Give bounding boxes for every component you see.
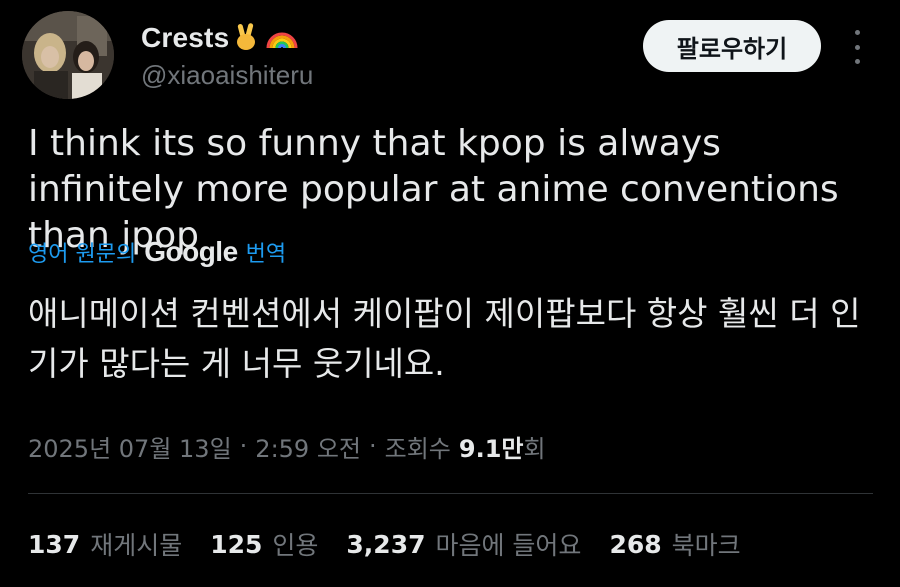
translated-text: 애니메이션 컨벤션에서 케이팝이 제이팝보다 항상 훨씬 더 인기가 많다는 게… — [28, 294, 861, 383]
more-dots-icon[interactable] — [846, 30, 868, 64]
stat-label: 북마크 — [671, 531, 741, 560]
tweet-time[interactable]: 2:59 오전 — [255, 429, 361, 464]
engagement-stats: 137 재게시물 125 인용 3,237 마음에 들어요 268 북마크 — [28, 526, 769, 562]
stat-count: 125 — [210, 529, 263, 559]
avatar[interactable] — [22, 11, 114, 99]
tweet-meta: 2025년 07월 13일 · 2:59 오전 · 조회수 9.1만 회 — [28, 428, 546, 464]
stat-quotes[interactable]: 125 인용 — [210, 526, 318, 562]
stat-bookmarks[interactable]: 268 북마크 — [609, 526, 740, 562]
avatar-photo — [22, 11, 114, 99]
display-name[interactable]: Crests — [141, 22, 229, 54]
translation-suffix: 번역 — [245, 242, 287, 267]
user-handle[interactable]: @xiaoaishiteru — [141, 60, 313, 91]
stat-reposts[interactable]: 137 재게시물 — [28, 526, 182, 562]
stat-count: 268 — [609, 529, 662, 559]
tweet-container: Crests @xiaoaishiteru 팔로우하기 I think its … — [0, 0, 900, 587]
victory-hand-emoji — [233, 21, 261, 56]
stat-count: 137 — [28, 529, 81, 559]
stat-likes[interactable]: 3,237 마음에 들어요 — [346, 526, 581, 562]
translation-attribution[interactable]: 영어 원문의 Google 번역 — [28, 234, 286, 270]
stat-count: 3,237 — [346, 529, 426, 559]
views-suffix: 회 — [523, 434, 546, 463]
google-logo: Google — [144, 236, 238, 267]
rainbow-emoji — [265, 22, 299, 55]
meta-separator: · — [368, 432, 377, 460]
views-label: 조회수 — [384, 434, 451, 463]
stat-label: 인용 — [272, 531, 319, 560]
follow-button[interactable]: 팔로우하기 — [643, 20, 821, 72]
meta-separator: · — [239, 432, 248, 460]
name-row: Crests — [141, 20, 299, 56]
stat-label: 재게시물 — [90, 531, 183, 560]
tweet-date[interactable]: 2025년 07월 13일 — [28, 429, 232, 464]
stat-label: 마음에 들어요 — [435, 531, 582, 560]
views-count: 9.1만 — [458, 434, 524, 463]
divider — [28, 493, 873, 494]
translation-prefix: 영어 원문의 — [28, 242, 137, 267]
